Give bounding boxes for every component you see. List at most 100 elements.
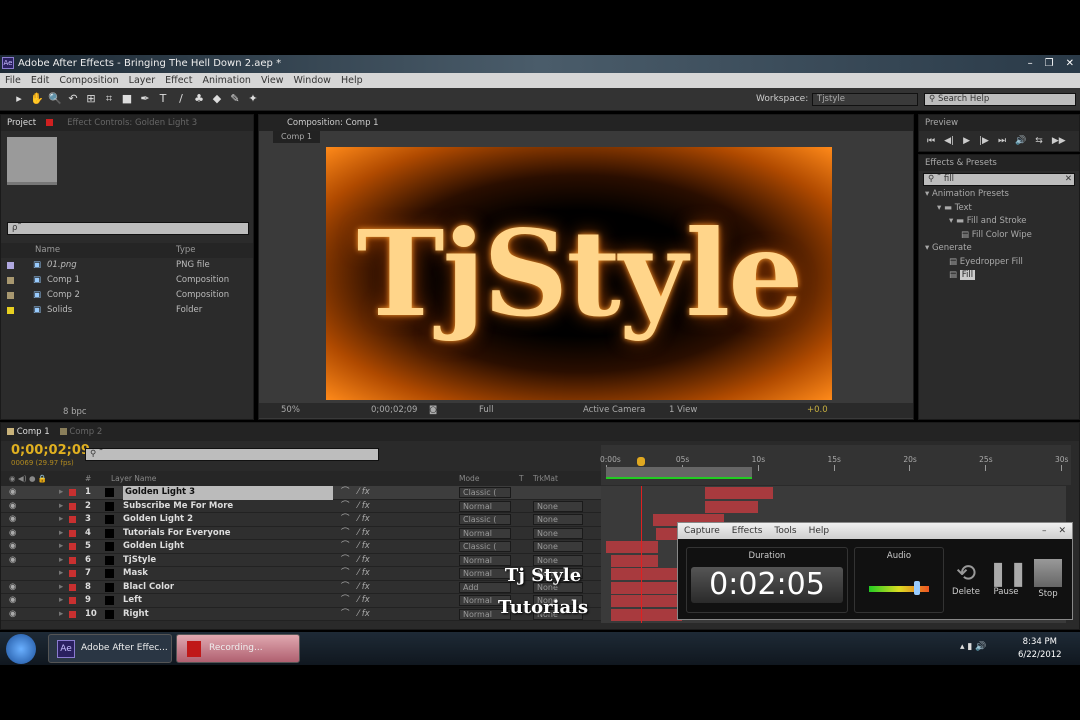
tool-button[interactable]: ✦ xyxy=(244,90,262,108)
preview-control-button[interactable]: ▶ xyxy=(963,136,970,146)
layer-switches[interactable]: ⌒ ⁄ fx xyxy=(341,554,370,568)
taskbar-after-effects[interactable]: Ae Adobe After Effec... xyxy=(48,634,172,663)
menu-view[interactable]: View xyxy=(261,75,284,86)
tool-button[interactable]: ✎ xyxy=(226,90,244,108)
tray-icons[interactable]: ▴ ▮ 🔊 xyxy=(960,642,986,652)
layer-duration-bar[interactable] xyxy=(606,541,658,553)
time-ruler[interactable]: 0:00s 05s 10s 15s 20s 25s 30s xyxy=(600,445,1071,485)
layer-duration-bar[interactable] xyxy=(610,554,658,567)
expand-triangle-icon[interactable]: ▸ xyxy=(59,486,63,500)
preview-control-button[interactable]: ⏭ xyxy=(998,136,1006,146)
preview-control-button[interactable]: ⏮ xyxy=(927,136,935,146)
layer-duration-bar[interactable] xyxy=(610,608,682,621)
expand-triangle-icon[interactable]: ▸ xyxy=(59,567,63,581)
eye-icon[interactable]: ◉ xyxy=(9,486,16,500)
layer-switches[interactable]: ⌒ ⁄ fx xyxy=(341,540,370,554)
label-color-swatch[interactable] xyxy=(7,277,14,284)
tab-effects-presets[interactable]: Effects & Presets xyxy=(925,158,997,168)
menu-window[interactable]: Window xyxy=(293,75,330,86)
workspace-select[interactable]: Tjstyle xyxy=(812,93,918,106)
layer-label-color[interactable] xyxy=(69,556,76,564)
effects-tree-item[interactable]: ▤ Fill xyxy=(919,269,1079,283)
tool-button[interactable]: ⌗ xyxy=(100,90,118,108)
delete-button[interactable]: ⟲ Delete xyxy=(948,559,984,597)
col-name[interactable]: Name xyxy=(35,243,60,258)
eye-icon[interactable]: ◉ xyxy=(9,527,16,541)
layer-name[interactable]: Golden Light 2 xyxy=(123,513,193,527)
mode-select[interactable]: Classic ( xyxy=(459,541,511,552)
timeline-timecode[interactable]: 0;00;02;09 xyxy=(11,443,90,458)
project-search-input[interactable]: ρ˜ xyxy=(7,222,249,235)
menu-file[interactable]: File xyxy=(5,75,21,86)
mode-select[interactable]: Normal xyxy=(459,527,511,539)
expand-triangle-icon[interactable]: ▸ xyxy=(59,513,63,527)
bpc-label[interactable]: 8 bpc xyxy=(63,407,87,417)
maximize-button[interactable]: ❐ xyxy=(1045,58,1054,69)
tool-button[interactable]: ⊞ xyxy=(82,90,100,108)
trkmat-select[interactable]: None xyxy=(533,500,583,512)
layer-switches[interactable]: ⌒ ⁄ fx xyxy=(341,486,370,500)
layer-name[interactable]: Right xyxy=(123,608,149,622)
project-item[interactable]: ▣ Comp 1 Composition xyxy=(1,273,241,288)
taskbar-recording[interactable]: Recording... xyxy=(176,634,300,663)
project-item[interactable]: ▣ 01.png PNG file xyxy=(1,258,241,273)
layer-label-color[interactable] xyxy=(69,597,76,604)
menu-capture[interactable]: Capture xyxy=(684,526,720,536)
exposure-value[interactable]: +0.0 xyxy=(807,403,828,418)
mode-select[interactable]: Classic ( xyxy=(459,487,511,498)
menu-layer[interactable]: Layer xyxy=(129,75,156,86)
layer-name[interactable]: Blacl Color xyxy=(123,581,174,595)
eye-icon[interactable]: ◉ xyxy=(9,540,16,554)
expand-triangle-icon[interactable]: ▸ xyxy=(59,608,63,622)
layer-label-color[interactable] xyxy=(69,516,76,523)
tool-button[interactable]: ◆ xyxy=(208,90,226,108)
eye-icon[interactable]: ◉ xyxy=(9,500,16,514)
effects-tree-item[interactable]: ▤ Eyedropper Fill xyxy=(919,256,1079,270)
layer-switches[interactable]: ⌒ ⁄ fx xyxy=(341,513,370,527)
layer-label-color[interactable] xyxy=(69,529,76,537)
project-item[interactable]: ▣ Solids Folder xyxy=(1,303,241,318)
preview-control-button[interactable]: 🔊 xyxy=(1015,136,1026,146)
tab-preview[interactable]: Preview xyxy=(925,118,958,128)
layer-switches[interactable]: ⌒ ⁄ fx xyxy=(341,527,370,541)
tool-button[interactable]: / xyxy=(172,90,190,108)
layer-name[interactable]: Left xyxy=(123,594,142,608)
trkmat-select[interactable]: None xyxy=(533,514,583,525)
eye-icon[interactable]: ◉ xyxy=(9,581,16,595)
menu-help[interactable]: Help xyxy=(809,526,830,536)
preview-control-button[interactable]: ▶▶ xyxy=(1052,136,1066,146)
mode-select[interactable]: Normal xyxy=(459,500,511,512)
minimize-button[interactable]: – xyxy=(1028,58,1033,69)
pause-button[interactable]: ❚❚ Pause xyxy=(988,559,1028,597)
audio-level-handle[interactable] xyxy=(914,581,920,595)
tool-button[interactable]: ▸ xyxy=(10,90,28,108)
layer-name[interactable]: Mask xyxy=(123,567,148,581)
playhead-handle[interactable] xyxy=(636,457,645,466)
comp-breadcrumb[interactable]: Comp 1 xyxy=(273,131,320,143)
tool-button[interactable]: ↶ xyxy=(64,90,82,108)
composition-viewer[interactable]: TjStyle xyxy=(326,147,832,400)
label-color-swatch[interactable] xyxy=(7,262,14,269)
start-button[interactable] xyxy=(6,634,36,664)
layer-name[interactable]: Tutorials For Everyone xyxy=(123,527,231,541)
menu-effect[interactable]: Effect xyxy=(165,75,192,86)
effects-search-input[interactable]: ⚲ ˜ fill ✕ xyxy=(923,173,1075,186)
layer-duration-bar[interactable] xyxy=(704,487,773,499)
tool-button[interactable]: ■ xyxy=(118,90,136,108)
tool-button[interactable]: ♣ xyxy=(190,90,208,108)
expand-triangle-icon[interactable]: ▸ xyxy=(59,554,63,568)
clock[interactable]: 8:34 PM 6/22/2012 xyxy=(1018,636,1062,662)
layer-switches[interactable]: ⌒ ⁄ fx xyxy=(341,500,370,514)
layer-name[interactable]: Golden Light 3 xyxy=(123,486,333,500)
layer-duration-bar[interactable] xyxy=(610,581,682,594)
timeline-search-input[interactable]: ⚲ ˜ xyxy=(85,448,379,461)
expand-triangle-icon[interactable]: ▸ xyxy=(59,581,63,595)
playhead-line[interactable] xyxy=(640,486,642,623)
layer-switches[interactable]: ⌒ ⁄ fx xyxy=(341,581,370,595)
zoom-select[interactable]: 50% xyxy=(281,403,300,418)
layer-label-color[interactable] xyxy=(69,610,76,618)
resolution-select[interactable]: Full xyxy=(479,403,494,418)
trkmat-select[interactable]: None xyxy=(533,541,583,552)
camera-snapshot-icon[interactable]: ◙ xyxy=(429,403,437,418)
clear-search-icon[interactable]: ✕ xyxy=(1065,174,1072,185)
